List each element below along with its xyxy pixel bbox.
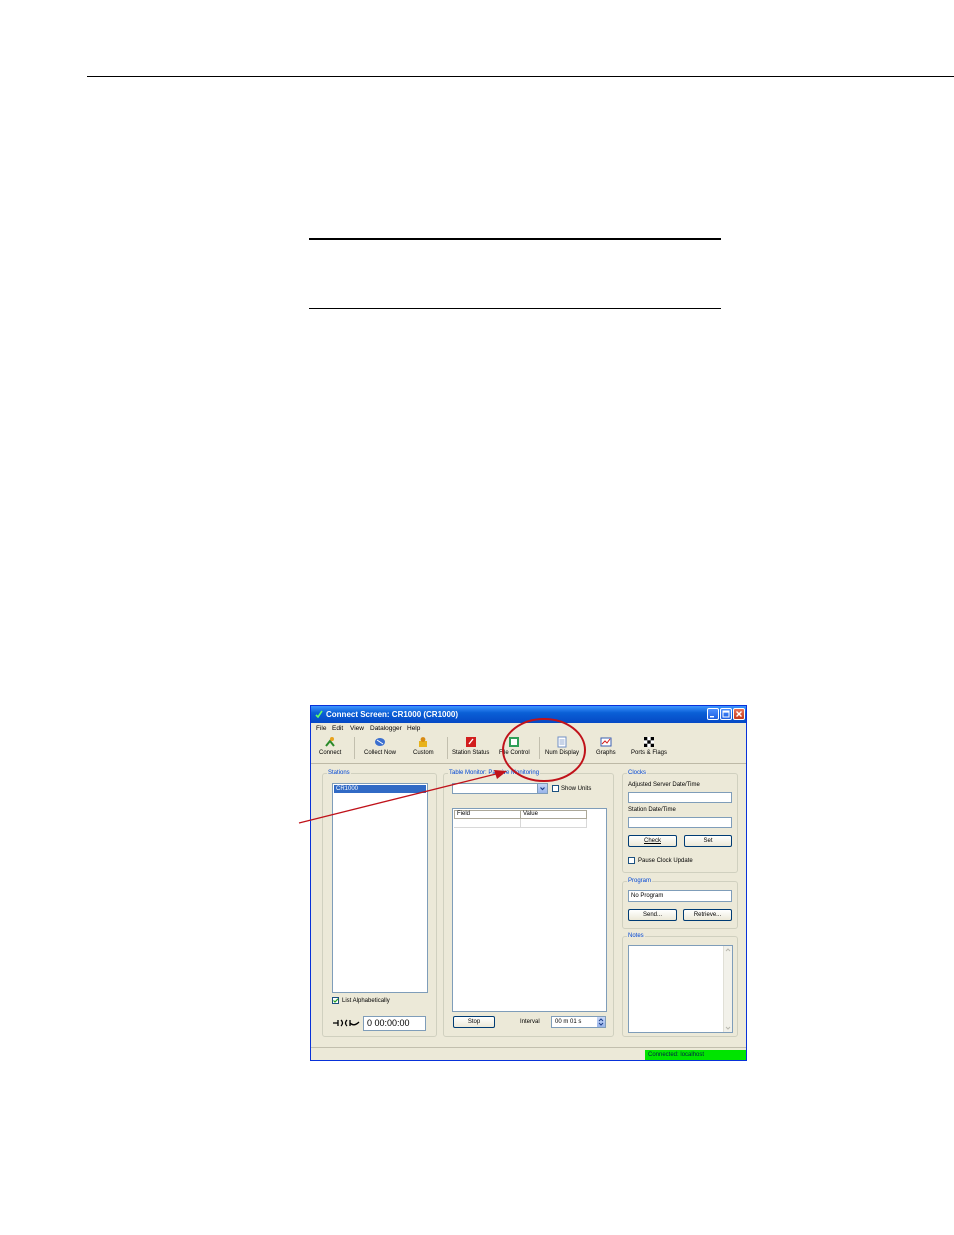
- status-bar: Connected: localhost: [311, 1047, 746, 1061]
- toolbar-separator: [447, 737, 448, 759]
- checkmark-icon: [333, 998, 339, 1003]
- col-header-field[interactable]: Field: [454, 810, 521, 819]
- table-monitor-group: Table Monitor: Passive Monitoring Show U…: [443, 770, 614, 1037]
- program-field: No Program: [628, 890, 732, 902]
- note-top-rule: [309, 238, 721, 240]
- menu-datalogger[interactable]: Datalogger: [370, 725, 402, 732]
- toolbar: Connect Collect Now Custom Station Statu…: [311, 733, 746, 764]
- spinner-arrows-icon: [598, 1018, 604, 1026]
- num-display-icon: [557, 736, 567, 748]
- show-units-label: Show Units: [561, 786, 592, 792]
- connection-icon: [333, 1019, 360, 1027]
- graphs-icon: [600, 737, 612, 747]
- menu-file[interactable]: File: [316, 725, 326, 732]
- row-divider: [520, 819, 521, 828]
- send-button[interactable]: Send...: [628, 909, 677, 921]
- col-header-value[interactable]: Value: [520, 810, 587, 819]
- set-button[interactable]: Set: [684, 835, 732, 847]
- minimize-icon: [710, 716, 714, 718]
- close-icon: [736, 711, 742, 717]
- file-control-button[interactable]: File Control: [499, 736, 530, 756]
- adjusted-server-field: [628, 792, 732, 803]
- ports-flags-button[interactable]: Ports & Flags: [631, 736, 667, 756]
- maximize-icon: [722, 710, 730, 718]
- toolbar-separator: [539, 737, 540, 759]
- menu-bar: File Edit View Datalogger Help: [311, 723, 746, 733]
- table-monitor-title: Table Monitor: Passive Monitoring: [448, 770, 541, 776]
- stations-title: Stations: [327, 770, 351, 776]
- station-item-cr1000[interactable]: CR1000: [334, 785, 426, 793]
- station-date-label: Station Date/Time: [628, 807, 676, 813]
- interval-spinner[interactable]: [597, 1017, 605, 1027]
- notes-scrollbar[interactable]: [723, 946, 732, 1032]
- app-icon: [315, 710, 323, 718]
- menu-view[interactable]: View: [350, 725, 364, 732]
- connect-screen-window: Connect Screen: CR1000 (CR1000) File Edi…: [310, 705, 747, 1061]
- check-button[interactable]: Check: [628, 835, 677, 847]
- interval-input[interactable]: 00 m 01 s: [551, 1016, 606, 1028]
- connection-status: Connected: localhost: [645, 1050, 746, 1060]
- connect-button[interactable]: Connect: [319, 736, 341, 756]
- collect-now-button[interactable]: Collect Now: [364, 736, 396, 756]
- custom-button[interactable]: Custom: [413, 736, 434, 756]
- station-date-field: [628, 817, 732, 828]
- menu-edit[interactable]: Edit: [332, 725, 343, 732]
- dropdown-button[interactable]: [537, 784, 547, 793]
- num-display-button[interactable]: Num Display: [545, 736, 579, 756]
- note-bottom-rule: [309, 308, 721, 309]
- program-group: Program No Program Send... Retrieve...: [622, 878, 738, 929]
- header-rule: [87, 76, 954, 77]
- table-select[interactable]: [452, 783, 548, 794]
- pause-clock-label: Pause Clock Update: [638, 858, 693, 864]
- notes-group: Notes: [622, 933, 738, 1037]
- chevron-down-icon: [540, 787, 545, 791]
- stop-button[interactable]: Stop: [453, 1016, 495, 1028]
- program-title: Program: [627, 878, 653, 884]
- show-units-checkbox[interactable]: [552, 785, 559, 792]
- scroll-arrows-icon: [725, 948, 731, 1030]
- retrieve-button[interactable]: Retrieve...: [683, 909, 732, 921]
- interval-value: 00 m 01 s: [555, 1019, 582, 1025]
- interval-label: Interval: [520, 1019, 540, 1025]
- clocks-title: Clocks: [627, 770, 648, 776]
- window-title: Connect Screen: CR1000 (CR1000): [326, 710, 459, 719]
- notes-title: Notes: [627, 933, 645, 939]
- custom-icon: [419, 737, 428, 747]
- stations-group: Stations CR1000 List Alphabetically 0 00…: [322, 770, 437, 1037]
- ports-flags-icon: [644, 737, 654, 747]
- pause-clock-checkbox[interactable]: [628, 857, 635, 864]
- adjusted-server-label: Adjusted Server Date/Time: [628, 782, 700, 788]
- list-alphabetically-checkbox[interactable]: [332, 997, 339, 1004]
- minimize-button[interactable]: [707, 708, 719, 720]
- title-bar[interactable]: Connect Screen: CR1000 (CR1000): [311, 706, 746, 723]
- stations-list[interactable]: CR1000: [332, 783, 428, 993]
- connect-icon: [325, 737, 335, 747]
- station-status-icon: [465, 737, 476, 747]
- close-button[interactable]: [733, 708, 745, 720]
- monitor-grid[interactable]: Field Value: [452, 808, 607, 1012]
- table-row: [454, 819, 587, 828]
- graphs-button[interactable]: Graphs: [596, 736, 616, 756]
- connection-timer: 0 00:00:00: [363, 1016, 426, 1031]
- station-status-button[interactable]: Station Status: [452, 736, 489, 756]
- notes-textarea[interactable]: [628, 945, 733, 1033]
- maximize-button[interactable]: [720, 708, 732, 720]
- file-control-icon: [509, 737, 520, 747]
- toolbar-separator: [354, 737, 355, 759]
- clocks-group: Clocks Adjusted Server Date/Time Station…: [622, 770, 738, 873]
- menu-help[interactable]: Help: [407, 725, 420, 732]
- collect-now-icon: [375, 738, 385, 746]
- list-alphabetically-label: List Alphabetically: [342, 998, 390, 1004]
